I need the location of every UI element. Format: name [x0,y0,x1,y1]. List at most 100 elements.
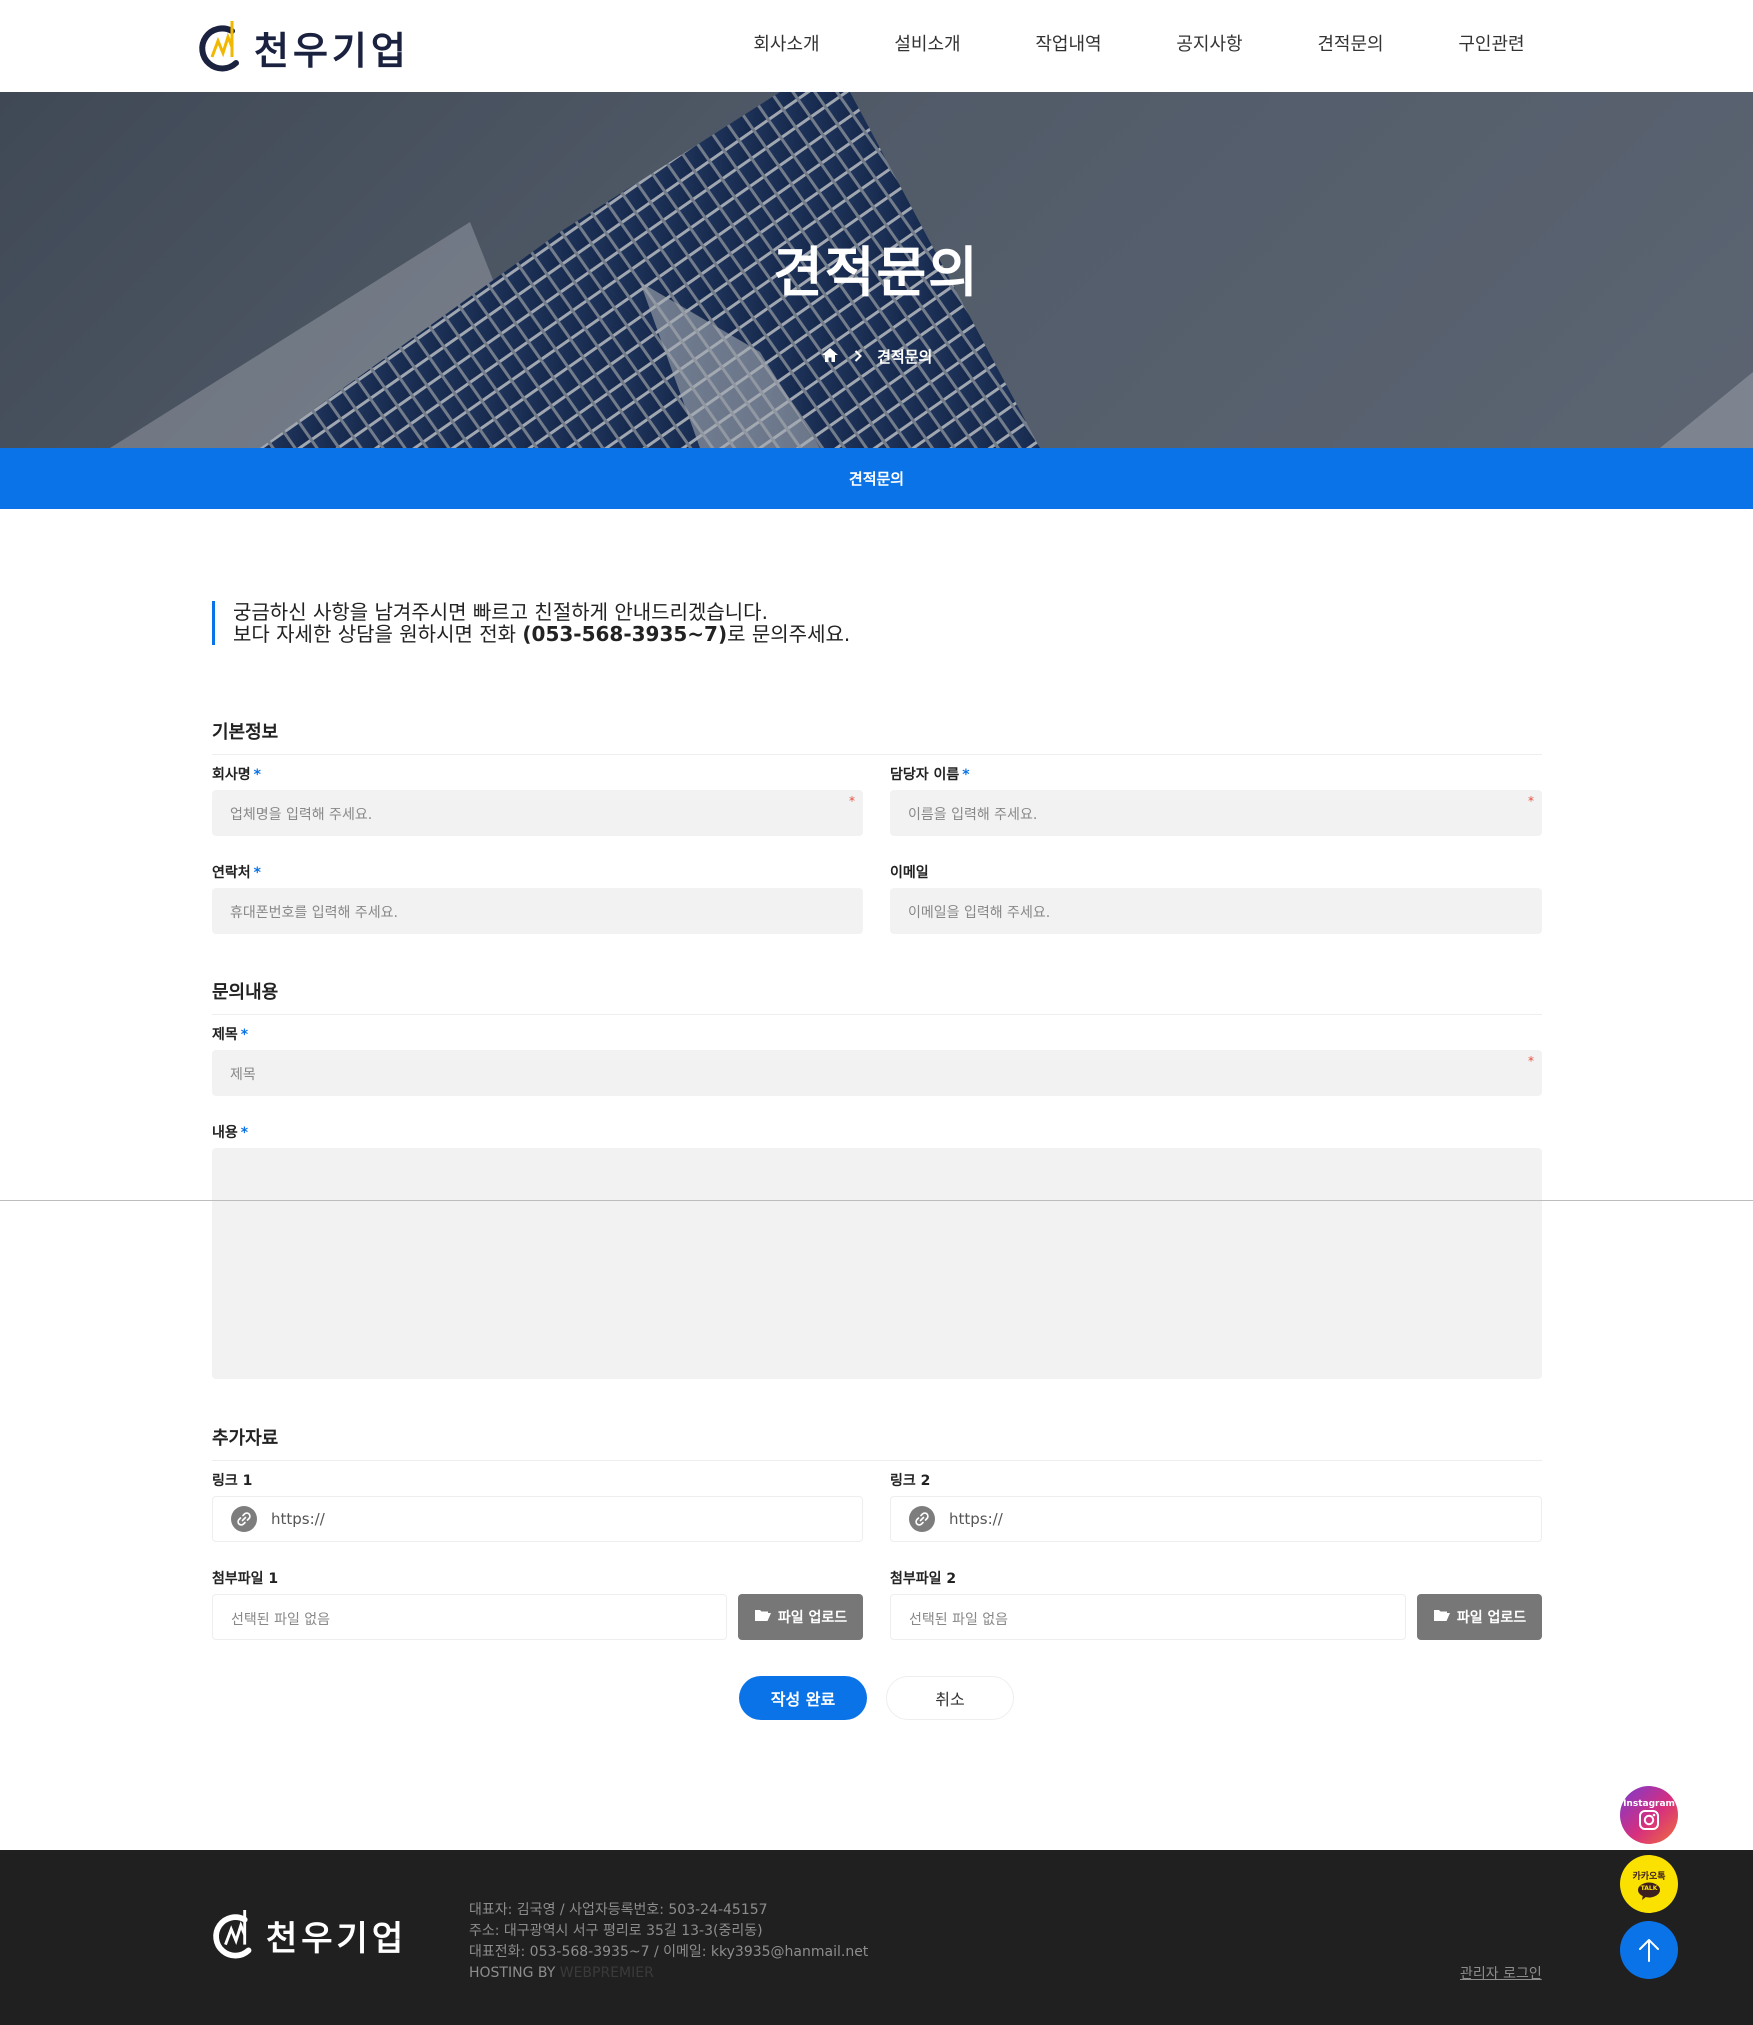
required-mark: * [253,865,261,881]
manager-placeholder: 이름을 입력해 주세요. [908,807,1038,823]
footer-contact-line: 대표전화: 053-568-3935~7 / 이메일: kky3935@hanm… [469,1944,869,1960]
site-header: 천우기업 회사소개 설비소개 작업내역 공지사항 견적문의 구인관련 [0,0,1753,92]
nav-item-quote[interactable]: 견적문의 [1280,30,1421,56]
manager-name-input[interactable]: 이름을 입력해 주세요. * [890,790,1542,836]
kakaotalk-button[interactable]: 카카오톡 TALK [1620,1855,1678,1913]
footer-logo[interactable]: 천우기업 [212,1906,407,1964]
footer-address-line: 주소: 대구광역시 서구 평리로 35길 13-3(중리동) [469,1923,763,1939]
kakaotalk-bubble-icon: TALK [1637,1882,1661,1900]
chevron-right-icon [854,348,862,366]
required-star-icon: * [849,794,855,808]
contact-label-text: 연락처 [212,865,251,881]
link-icon [909,1506,935,1532]
page-title: 견적문의 [773,241,980,304]
logo-mark-icon [213,1910,252,1959]
company-label-text: 회사명 [212,767,251,783]
intro-line-2-prefix: 보다 자세한 상담을 원하시면 전화 [233,622,523,646]
contact-label: 연락처 * [212,862,261,882]
content-textarea[interactable] [212,1148,1542,1379]
footer-ceo-line: 대표자: 김국영 / 사업자등록번호: 503-24-45157 [469,1902,768,1918]
instagram-label: Instagram [1623,1799,1675,1809]
tab-quote[interactable]: 견적문의 [0,468,1753,489]
required-mark: * [240,1027,249,1043]
manager-label: 담당자 이름 * [890,764,970,784]
brand-logo[interactable]: 천우기업 [198,16,410,78]
file2-label: 첨부파일 2 [890,1571,957,1587]
email-label-text: 이메일 [890,865,929,881]
link1-label: 링크 1 [212,1473,253,1489]
scroll-top-button[interactable] [1620,1921,1678,1979]
nav-item-works[interactable]: 작업내역 [998,30,1139,56]
nav-item-equipment[interactable]: 설비소개 [857,30,998,56]
file1-upload-label: 파일 업로드 [777,1610,848,1626]
content-label: 내용 * [212,1122,248,1142]
manager-label-text: 담당자 이름 [890,767,960,783]
file2-upload-button[interactable]: 파일 업로드 [1417,1594,1542,1640]
file2-input[interactable]: 선택된 파일 없음 [890,1594,1406,1640]
site-footer: 천우기업 대표자: 김국영 / 사업자등록번호: 503-24-45157 주소… [0,1850,1753,2025]
required-mark: * [240,1125,249,1141]
link1-input[interactable]: https:// [212,1496,863,1542]
home-icon[interactable] [821,347,839,367]
intro-line-2: 보다 자세한 상담을 원하시면 전화 (053-568-3935~7)로 문의주… [233,623,1112,645]
email-placeholder: 이메일을 입력해 주세요. [908,905,1051,921]
arrow-up-icon [1639,1939,1659,1962]
subject-label-text: 제목 [212,1027,238,1043]
sub-nav-bar: 견적문의 [0,448,1753,509]
subject-label: 제목 * [212,1024,248,1044]
file1-placeholder: 선택된 파일 없음 [231,1612,331,1628]
link2-label: 링크 2 [890,1473,931,1489]
subject-placeholder: 제목 [230,1067,256,1083]
kakaotalk-bubble-text: TALK [1640,1884,1658,1892]
required-star-icon: * [1528,794,1534,808]
intro-text: 궁금하신 사항을 남겨주시면 빠르고 친절하게 안내드리겠습니다. 보다 자세한… [212,601,1112,645]
file1-upload-button[interactable]: 파일 업로드 [738,1594,863,1640]
contact-input[interactable]: 휴대폰번호를 입력해 주세요. [212,888,863,934]
section-title-inquiry: 문의내용 [212,978,1542,1015]
hero-banner: 견적문의 견적문의 [0,92,1753,448]
intro-line-1: 궁금하신 사항을 남겨주시면 빠르고 친절하게 안내드리겠습니다. [233,600,768,624]
footer-hosting-line: HOSTING BY WEBPREMIER [469,1963,868,1984]
company-label: 회사명 * [212,764,261,784]
link2-placeholder: https:// [949,1510,1003,1528]
file2-upload-label: 파일 업로드 [1456,1610,1527,1626]
main-nav: 회사소개 설비소개 작업내역 공지사항 견적문의 구인관련 [716,30,1562,56]
nav-item-notice[interactable]: 공지사항 [1139,30,1280,56]
file1-input[interactable]: 선택된 파일 없음 [212,1594,727,1640]
nav-item-company[interactable]: 회사소개 [716,30,857,56]
page-divider [0,1200,1753,1201]
folder-open-icon [1433,1608,1451,1626]
email-input[interactable]: 이메일을 입력해 주세요. [890,888,1542,934]
file2-placeholder: 선택된 파일 없음 [909,1612,1009,1628]
required-mark: * [253,767,261,783]
logo-mark-icon [199,21,239,72]
nav-item-recruit[interactable]: 구인관련 [1421,30,1562,56]
admin-login-link[interactable]: 관리자 로그인 [1460,1963,1542,1983]
footer-brand-name: 천우기업 [266,1918,408,1959]
section-title-basic: 기본정보 [212,718,1542,755]
company-input[interactable]: 업체명을 입력해 주세요. * [212,790,863,836]
hosting-label: HOSTING BY [469,1965,560,1981]
instagram-icon [1639,1810,1659,1830]
link1-placeholder: https:// [271,1510,325,1528]
folder-open-icon [754,1608,772,1626]
contact-placeholder: 휴대폰번호를 입력해 주세요. [230,905,398,921]
brand-name: 천우기업 [254,28,410,73]
cancel-button[interactable]: 취소 [886,1676,1014,1720]
section-title-extra: 추가자료 [212,1424,1542,1461]
kakaotalk-label: 카카오톡 [1632,1871,1666,1882]
content-label-text: 내용 [212,1125,238,1141]
breadcrumb: 견적문의 [0,346,1753,367]
intro-line-2-suffix: 로 문의주세요. [727,622,851,646]
link2-input[interactable]: https:// [890,1496,1542,1542]
company-info: 대표자: 김국영 / 사업자등록번호: 503-24-45157 주소: 대구광… [469,1900,868,1984]
hosting-name[interactable]: WEBPREMIER [560,1965,654,1981]
instagram-button[interactable]: Instagram [1620,1786,1678,1844]
subject-input[interactable]: 제목 * [212,1050,1542,1096]
company-placeholder: 업체명을 입력해 주세요. [230,807,373,823]
breadcrumb-current[interactable]: 견적문의 [877,346,932,367]
link-icon [231,1506,257,1532]
file1-label: 첨부파일 1 [212,1571,279,1587]
required-star-icon: * [1528,1054,1534,1068]
submit-button[interactable]: 작성 완료 [739,1676,867,1720]
